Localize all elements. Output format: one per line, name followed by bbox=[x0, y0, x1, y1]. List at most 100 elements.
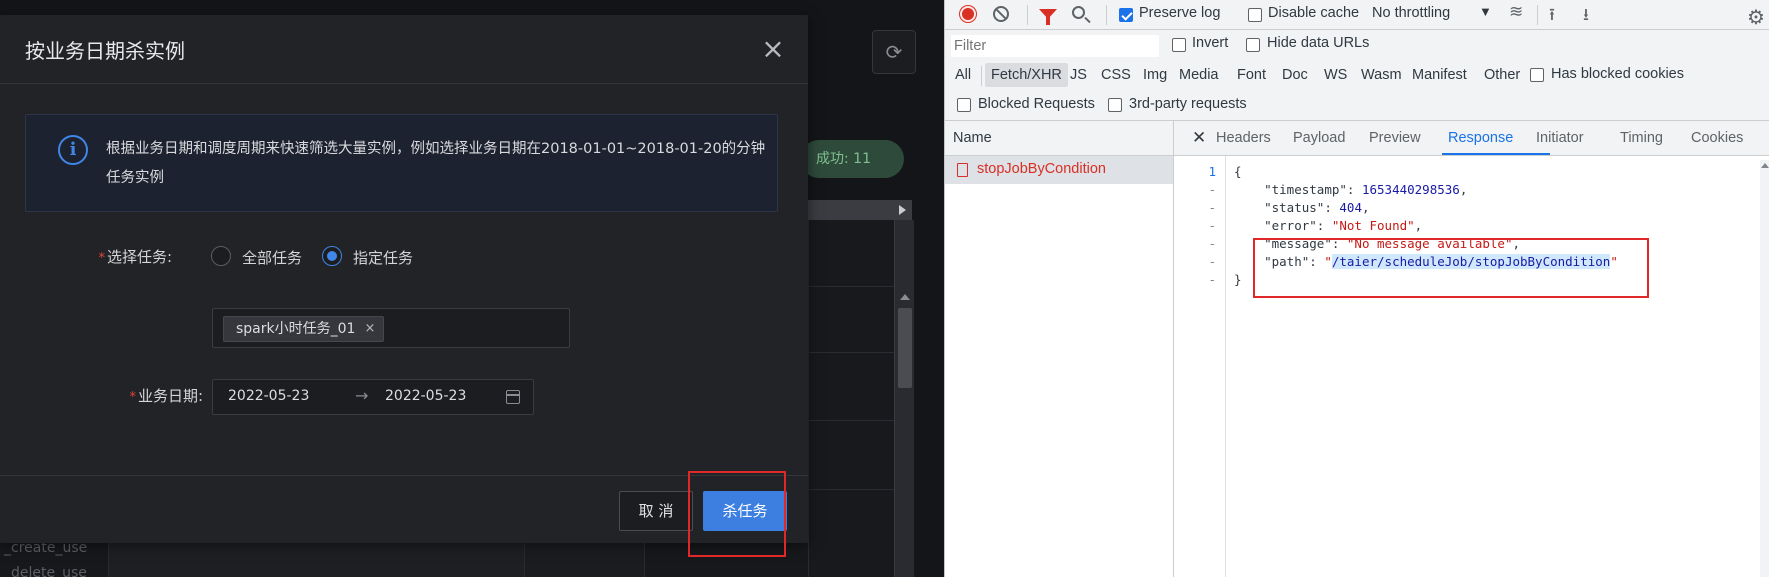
quote: " bbox=[1610, 254, 1618, 269]
tab-payload[interactable]: Payload bbox=[1293, 130, 1345, 146]
info-icon: i bbox=[58, 135, 88, 165]
line-number: 1 bbox=[1208, 164, 1216, 179]
task-select[interactable]: spark小时任务_01 × bbox=[212, 308, 570, 348]
request-name[interactable]: stopJobByCondition bbox=[977, 161, 1106, 177]
type-filter-img[interactable]: Img bbox=[1137, 63, 1173, 87]
radio-all-tasks-label[interactable]: 全部任务 bbox=[242, 247, 302, 268]
line-number: - bbox=[1208, 218, 1216, 233]
tab-response[interactable]: Response bbox=[1448, 130, 1513, 146]
bg-table-cell bbox=[644, 540, 808, 577]
close-icon[interactable]: × bbox=[758, 35, 788, 65]
json-value: 1653440298536 bbox=[1361, 182, 1460, 197]
disable-cache-checkbox[interactable] bbox=[1248, 8, 1262, 22]
tab-initiator[interactable]: Initiator bbox=[1536, 130, 1584, 146]
kill-task-button[interactable]: 杀任务 bbox=[703, 491, 787, 531]
required-mark: * bbox=[129, 390, 136, 405]
caret-right-icon[interactable] bbox=[899, 205, 906, 215]
disable-cache-label[interactable]: Disable cache bbox=[1268, 5, 1359, 21]
gear-icon[interactable]: ⚙ bbox=[1747, 5, 1765, 30]
blocked-requests-label[interactable]: Blocked Requests bbox=[978, 96, 1095, 112]
table-column bbox=[808, 220, 894, 577]
toolbar-separator bbox=[1537, 5, 1538, 25]
json-key: "error" bbox=[1264, 218, 1317, 233]
search-icon[interactable] bbox=[1072, 6, 1085, 19]
third-party-label[interactable]: 3rd-party requests bbox=[1129, 96, 1247, 112]
tab-cookies[interactable]: Cookies bbox=[1691, 130, 1743, 146]
radio-specific-task[interactable] bbox=[322, 246, 342, 266]
hide-data-urls-label[interactable]: Hide data URLs bbox=[1267, 35, 1369, 51]
invert-checkbox[interactable] bbox=[1172, 38, 1186, 52]
code-line: "status": 404, bbox=[1264, 200, 1370, 215]
preserve-log-label[interactable]: Preserve log bbox=[1139, 5, 1220, 21]
name-header-text: Name bbox=[953, 130, 992, 146]
radio-all-tasks[interactable] bbox=[211, 246, 231, 266]
filter-input[interactable] bbox=[951, 35, 1159, 57]
type-filter-font[interactable]: Font bbox=[1231, 63, 1272, 87]
has-blocked-cookies-label[interactable]: Has blocked cookies bbox=[1551, 66, 1684, 82]
tab-timing[interactable]: Timing bbox=[1620, 130, 1663, 146]
clear-icon[interactable] bbox=[993, 6, 1009, 22]
type-filter-wasm[interactable]: Wasm bbox=[1355, 63, 1408, 87]
blocked-requests-checkbox[interactable] bbox=[957, 98, 971, 112]
cancel-button[interactable]: 取 消 bbox=[619, 491, 693, 531]
toolbar-separator bbox=[1027, 5, 1028, 25]
line-number: - bbox=[1208, 254, 1216, 269]
json-value: "Not Found" bbox=[1331, 218, 1415, 233]
scroll-up-icon[interactable] bbox=[900, 294, 910, 300]
type-filter-media[interactable]: Media bbox=[1173, 63, 1225, 87]
type-filter-all[interactable]: All bbox=[949, 63, 977, 87]
table-scrollbar[interactable] bbox=[894, 220, 914, 577]
json-key: "message" bbox=[1264, 236, 1332, 251]
type-filter-js[interactable]: JS bbox=[1064, 63, 1093, 87]
response-scrollbar[interactable] bbox=[1760, 160, 1769, 577]
third-party-checkbox[interactable] bbox=[1108, 98, 1122, 112]
line-gutter: 1 - - - - - - bbox=[1174, 156, 1226, 577]
type-filter-css[interactable]: CSS bbox=[1095, 63, 1137, 87]
calendar-icon[interactable] bbox=[506, 390, 520, 404]
has-blocked-cookies-checkbox[interactable] bbox=[1530, 68, 1544, 82]
response-viewer[interactable]: 1 - - - - - - { "timestamp": 16534402985… bbox=[1174, 156, 1769, 577]
date-start-input[interactable]: 2022-05-23 bbox=[228, 388, 309, 404]
scrollbar-thumb[interactable] bbox=[898, 308, 912, 388]
footer-divider bbox=[0, 475, 808, 476]
code-line: "path": "/taier/scheduleJob/stopJobByCon… bbox=[1264, 254, 1618, 269]
record-icon[interactable] bbox=[960, 6, 976, 22]
type-filter-manifest[interactable]: Manifest bbox=[1406, 63, 1473, 87]
bg-table-cell bbox=[524, 540, 644, 577]
tab-headers[interactable]: Headers bbox=[1216, 130, 1271, 146]
modal-title: 按业务日期杀实例 bbox=[25, 39, 185, 63]
type-filter-ws[interactable]: WS bbox=[1318, 63, 1353, 87]
preserve-log-checkbox[interactable] bbox=[1119, 8, 1133, 22]
type-filter-other[interactable]: Other bbox=[1478, 63, 1526, 87]
toolbar-separator bbox=[1106, 5, 1107, 25]
type-filter-fetch-xhr[interactable]: Fetch/XHR bbox=[985, 63, 1068, 87]
active-tab-indicator bbox=[1442, 153, 1550, 155]
throttling-select[interactable]: No throttling bbox=[1372, 5, 1450, 21]
date-range-picker[interactable]: 2022-05-23 → 2022-05-23 bbox=[212, 379, 534, 415]
date-end-input[interactable]: 2022-05-23 bbox=[385, 388, 466, 404]
download-icon[interactable]: ⭳ bbox=[1583, 2, 1589, 31]
info-text: 根据业务日期和调度周期来快速筛选大量实例，例如选择业务日期在2018-01-01… bbox=[106, 141, 766, 186]
bg-task-name: _delete_use bbox=[4, 565, 87, 577]
radio-specific-task-label[interactable]: 指定任务 bbox=[353, 247, 413, 268]
chevron-down-icon[interactable]: ▼ bbox=[1479, 4, 1492, 19]
wifi-icon[interactable]: ≋ bbox=[1509, 2, 1523, 22]
invert-label[interactable]: Invert bbox=[1192, 35, 1228, 51]
refresh-icon[interactable]: ⟳ bbox=[872, 30, 916, 74]
type-filter-doc[interactable]: Doc bbox=[1276, 63, 1314, 87]
hide-data-urls-checkbox[interactable] bbox=[1246, 38, 1260, 52]
line-number: - bbox=[1208, 200, 1216, 215]
tab-preview[interactable]: Preview bbox=[1369, 130, 1421, 146]
request-list-empty bbox=[945, 184, 1174, 577]
upload-icon[interactable]: ⭱ bbox=[1549, 2, 1555, 31]
filter-icon[interactable] bbox=[1039, 9, 1057, 25]
detail-tabbar: ✕ Headers Payload Preview Response Initi… bbox=[1174, 121, 1769, 156]
filter-bar: Invert Hide data URLs All Fetch/XHR JS C… bbox=[945, 30, 1769, 121]
close-icon[interactable]: ✕ bbox=[1192, 128, 1206, 148]
scroll-up-icon[interactable] bbox=[1761, 163, 1769, 168]
json-key: "path" bbox=[1264, 254, 1310, 269]
json-value: "No message available" bbox=[1346, 236, 1513, 251]
name-column-header[interactable]: Name bbox=[945, 121, 1174, 156]
request-row[interactable]: stopJobByCondition bbox=[945, 156, 1174, 184]
tag-close-icon[interactable]: × bbox=[365, 317, 376, 341]
